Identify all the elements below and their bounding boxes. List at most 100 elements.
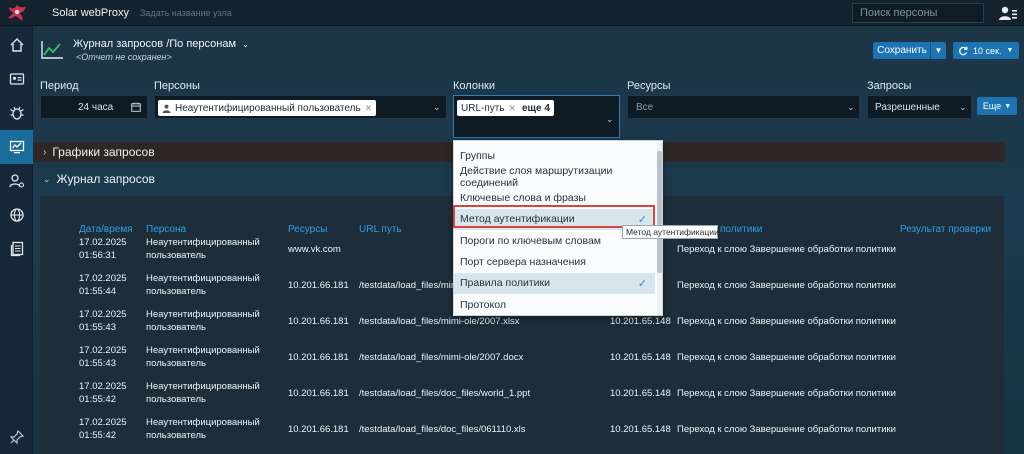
cell-url: /testdata/load_files/doc_files/world_1.p… bbox=[359, 387, 531, 399]
columns-option-label: Порт сервера назначения bbox=[460, 256, 586, 268]
sidebar-pin[interactable] bbox=[0, 420, 33, 454]
id-card-icon bbox=[9, 73, 24, 85]
cell-time: 01:55:43 bbox=[79, 358, 116, 369]
requests-label: Запросы bbox=[867, 80, 912, 92]
cell-time: 01:55:44 bbox=[79, 286, 116, 297]
refresh-icon bbox=[959, 46, 968, 55]
sidebar-item-users[interactable] bbox=[0, 164, 33, 198]
columns-option[interactable]: Группы bbox=[454, 145, 655, 166]
resources-label: Ресурсы bbox=[627, 80, 671, 92]
chevron-down-icon: ▼ bbox=[1006, 47, 1014, 54]
columns-option-label: Пороги по ключевым словам bbox=[460, 234, 602, 247]
calendar-icon bbox=[131, 102, 141, 112]
chevron-right-icon: › bbox=[43, 146, 47, 158]
cell-person1: Неаутентифицированный bbox=[146, 417, 260, 428]
person-search-input[interactable] bbox=[852, 3, 984, 23]
person-chip[interactable]: Неаутентифицированный пользователь ✕ bbox=[158, 100, 377, 116]
report-subtitle: <Отчет не сохранен> bbox=[76, 52, 172, 62]
period-label: Период bbox=[40, 80, 79, 92]
cell-time: 01:55:42 bbox=[79, 394, 116, 405]
refresh-interval-button[interactable]: 10 сек. ▼ bbox=[953, 42, 1019, 59]
pin-icon bbox=[9, 429, 24, 445]
columns-select[interactable]: URL-путь ✕ еще 4 ⌄ bbox=[453, 95, 620, 138]
cell-person1: Неаутентифицированный bbox=[146, 381, 260, 392]
chevron-down-icon[interactable]: ⌄ bbox=[242, 40, 249, 49]
persons-select[interactable]: Неаутентифицированный пользователь ✕ ⌄ bbox=[154, 95, 447, 119]
chevron-down-icon: ▼ bbox=[934, 46, 943, 55]
cell-person1: Неаутентифицированный bbox=[146, 309, 260, 320]
monitoring-icon bbox=[9, 140, 24, 154]
cell-person2: пользователь bbox=[146, 358, 206, 369]
requests-select[interactable]: Разрешенные ⌄ bbox=[867, 95, 972, 119]
remove-chip-icon[interactable]: ✕ bbox=[509, 103, 517, 114]
column-header-url[interactable]: URL путь bbox=[359, 224, 402, 235]
cell-ip: 10.201.65.148 bbox=[610, 315, 671, 327]
cell-policy: Переход к слою Завершение обработки поли… bbox=[677, 423, 896, 435]
resources-select[interactable]: Все ⌄ bbox=[627, 95, 860, 119]
solar-logo-icon bbox=[8, 5, 26, 21]
column-header-resources[interactable]: Ресурсы bbox=[288, 224, 327, 235]
cell-person1: Неаутентифицированный bbox=[146, 345, 260, 356]
cell-policy: Переход к слою Завершение обработки поли… bbox=[677, 351, 896, 363]
columns-label: Колонки bbox=[453, 80, 495, 92]
columns-option[interactable]: Протокол bbox=[454, 294, 655, 315]
dropdown-scrollbar-thumb[interactable] bbox=[657, 151, 662, 273]
checkmark-icon: ✓ bbox=[637, 277, 647, 290]
user-settings-icon bbox=[8, 174, 24, 188]
documents-icon bbox=[10, 241, 23, 257]
cell-date: 17.02.2025 bbox=[79, 237, 127, 248]
column-header-policy[interactable]: политики bbox=[720, 224, 762, 235]
sidebar-item-security[interactable] bbox=[0, 96, 33, 130]
person-icon bbox=[162, 104, 171, 113]
columns-option[interactable]: Правила политики ✓ bbox=[454, 272, 655, 294]
period-select[interactable]: 24 часа bbox=[40, 95, 148, 119]
cell-time: 01:55:43 bbox=[79, 322, 116, 333]
cell-person1: Неаутентифицированный bbox=[146, 273, 260, 284]
sidebar bbox=[0, 26, 33, 454]
column-chip-url[interactable]: URL-путь ✕ bbox=[457, 100, 521, 116]
columns-option[interactable]: Действие слоя маршрутизации соединений bbox=[454, 164, 655, 189]
column-header-person[interactable]: Персона bbox=[146, 224, 186, 235]
cell-time: 01:56:31 bbox=[79, 250, 116, 261]
node-name-field[interactable]: Задать название узла bbox=[140, 8, 232, 18]
sidebar-item-reports[interactable] bbox=[0, 232, 33, 266]
cell-date: 17.02.2025 bbox=[79, 417, 127, 428]
columns-option-label: Ключевые слова и фразы bbox=[460, 192, 586, 205]
sidebar-item-monitoring[interactable] bbox=[0, 130, 33, 164]
cell-person1: Неаутентифицированный bbox=[146, 237, 260, 248]
sidebar-item-home[interactable] bbox=[0, 28, 33, 62]
cell-date: 17.02.2025 bbox=[79, 345, 127, 356]
cell-ip: 10.201.65.148 bbox=[610, 423, 671, 435]
cell-time: 01:55:42 bbox=[79, 430, 116, 441]
cell-resource: www.vk.com bbox=[288, 243, 341, 255]
remove-chip-icon[interactable]: ✕ bbox=[365, 103, 373, 114]
sidebar-item-directory[interactable] bbox=[0, 62, 33, 96]
column-header-datetime[interactable]: Дата/время bbox=[79, 224, 133, 235]
cell-policy: Переход к слою Завершение обработки поли… bbox=[677, 279, 896, 291]
chevron-down-icon: ⌄ bbox=[433, 102, 441, 112]
cell-url: /testdata/load_files/doc_files/061110.xl… bbox=[359, 423, 526, 435]
sidebar-item-network[interactable] bbox=[0, 198, 33, 232]
save-options-button[interactable]: ▼ bbox=[930, 42, 946, 59]
cell-person2: пользователь bbox=[146, 394, 206, 405]
cell-url: /testdata/load_files/mimi-ole/2007.docx bbox=[359, 351, 524, 363]
chevron-down-icon: ⌄ bbox=[959, 102, 967, 112]
report-title[interactable]: Журнал запросов /По персонам ⌄ bbox=[73, 38, 249, 50]
columns-option-label: Действие слоя маршрутизации соединений bbox=[460, 164, 613, 189]
cell-date: 17.02.2025 bbox=[79, 273, 127, 284]
cell-url: /testdata/load_files/mimi-ole/2007.xlsx bbox=[359, 315, 520, 327]
columns-more-chip[interactable]: еще 4 bbox=[518, 100, 554, 116]
cell-resource: 10.201.66.181 bbox=[288, 387, 349, 399]
chevron-down-icon: ⌄ bbox=[606, 114, 614, 124]
columns-option[interactable]: Порт сервера назначения bbox=[454, 252, 655, 273]
columns-option-label: Группы bbox=[460, 149, 495, 162]
chevron-down-icon: ⌄ bbox=[43, 173, 51, 184]
cell-policy: Переход к слою Завершение обработки поли… bbox=[677, 315, 896, 327]
user-settings-icon[interactable] bbox=[998, 5, 1018, 21]
column-header-result[interactable]: Результат проверки bbox=[900, 224, 991, 235]
chevron-down-icon: ⌄ bbox=[847, 102, 855, 112]
more-filters-button[interactable]: Еще ▼ bbox=[977, 97, 1017, 115]
cell-policy: Переход к слою Завершение обработки поли… bbox=[677, 243, 896, 255]
cell-date: 17.02.2025 bbox=[79, 381, 127, 392]
report-chart-icon bbox=[41, 41, 63, 59]
